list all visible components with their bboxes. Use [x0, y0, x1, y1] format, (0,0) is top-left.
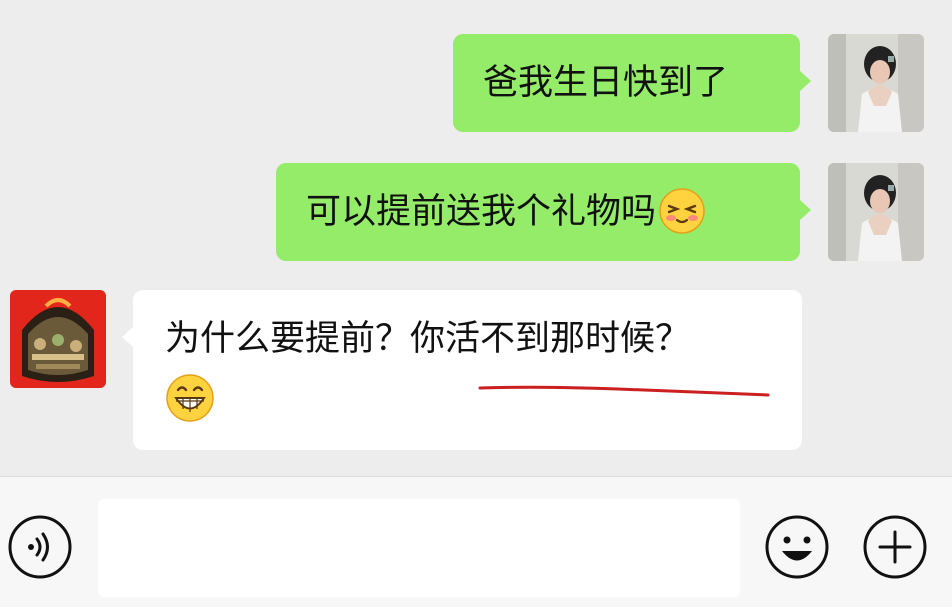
- shy-face-icon: [658, 187, 706, 248]
- message-bubble-other[interactable]: 为什么要提前？你活不到那时候？: [122, 290, 802, 450]
- message-input[interactable]: [98, 499, 740, 597]
- avatar-self[interactable]: [828, 34, 924, 132]
- message-bubble-self[interactable]: 爸我生日快到了: [453, 34, 811, 132]
- voice-icon: [8, 515, 72, 579]
- emoji-icon: [765, 515, 829, 579]
- message-bubble-self[interactable]: 可以提前送我个礼物吗: [276, 163, 811, 261]
- avatar-self[interactable]: [828, 163, 924, 261]
- red-underline-annotation: [478, 385, 770, 397]
- message-text: 为什么要提前？你活不到那时候？: [165, 319, 691, 359]
- chat-message-list: 爸我生日快到了 可以提前送我个礼物吗 为什么要提前？你活不到那时候？: [0, 0, 952, 476]
- voice-button[interactable]: [7, 514, 73, 580]
- more-button[interactable]: [862, 514, 928, 580]
- grinning-face-icon: [165, 373, 802, 436]
- message-text: 可以提前送我个礼物吗: [306, 192, 657, 232]
- plus-icon: [863, 515, 927, 579]
- message-text: 爸我生日快到了: [483, 63, 729, 103]
- avatar-other[interactable]: [10, 290, 106, 388]
- emoji-button[interactable]: [764, 514, 830, 580]
